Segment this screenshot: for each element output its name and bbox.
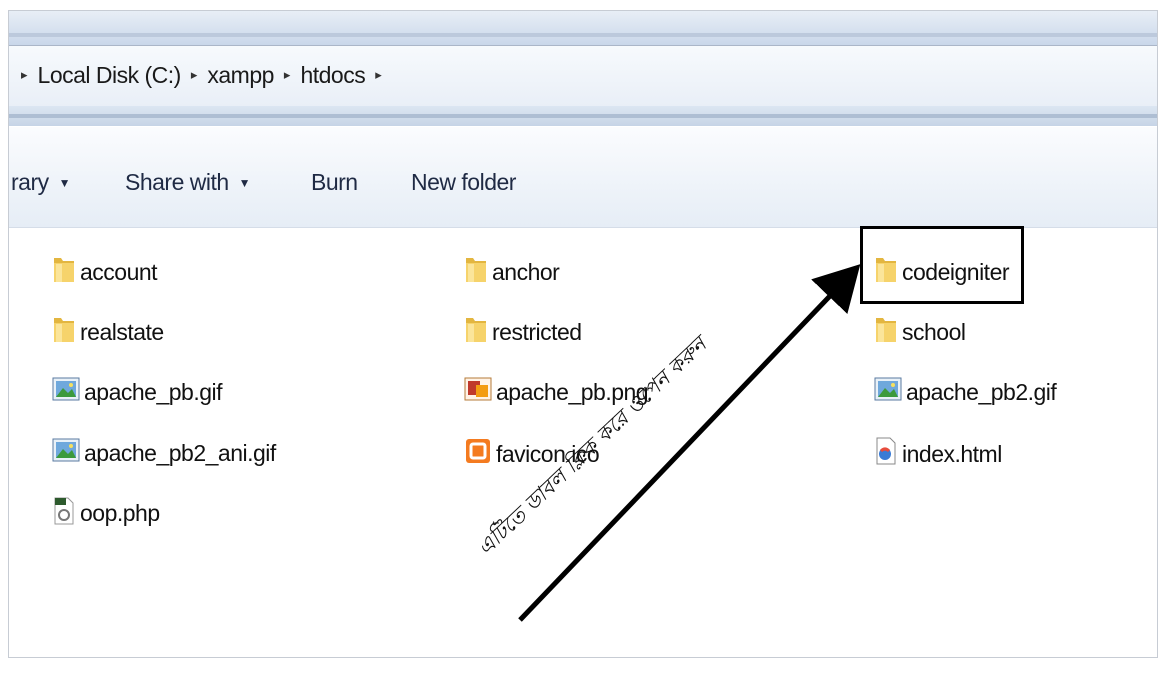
include-in-library-label: rary: [11, 169, 49, 195]
dropdown-arrow-icon: ▼: [238, 175, 251, 190]
file-item-realstate[interactable]: realstate: [52, 314, 164, 350]
folder-icon: [464, 254, 488, 290]
nav-band: [9, 106, 1157, 126]
php-file-icon: [52, 495, 76, 531]
file-item-label: school: [902, 318, 966, 345]
ico-file-icon: [464, 437, 492, 471]
file-item-label: apache_pb.gif: [84, 378, 223, 405]
file-item-restricted[interactable]: restricted: [464, 314, 582, 350]
file-item-school[interactable]: school: [874, 314, 966, 350]
file-item-apache-pb2-ani-gif[interactable]: apache_pb2_ani.gif: [52, 437, 276, 469]
dropdown-arrow-icon: ▼: [58, 175, 71, 190]
file-item-anchor[interactable]: anchor: [464, 254, 560, 290]
file-item-label: realstate: [80, 318, 164, 345]
address-bar[interactable]: ▸ Local Disk (C:) ▸ xampp ▸ htdocs ▸: [9, 45, 1157, 107]
breadcrumb-item-xampp[interactable]: xampp: [207, 62, 274, 89]
burn-button[interactable]: Burn: [311, 169, 358, 196]
breadcrumb-item-htdocs[interactable]: htdocs: [300, 62, 365, 89]
breadcrumb-separator-icon[interactable]: ▸: [191, 67, 198, 83]
breadcrumb-item-local-disk[interactable]: Local Disk (C:): [38, 62, 182, 89]
breadcrumb-separator-icon: ▸: [21, 67, 28, 82]
share-with-label: Share with: [125, 169, 229, 195]
share-with-button[interactable]: Share with ▼: [125, 169, 251, 196]
html-file-icon: [874, 437, 898, 471]
highlight-box: [860, 226, 1024, 304]
file-item-label: restricted: [492, 318, 582, 345]
folder-icon: [52, 254, 76, 290]
breadcrumb-separator-icon[interactable]: ▸: [375, 67, 382, 83]
file-item-label: account: [80, 258, 158, 285]
file-item-account[interactable]: account: [52, 254, 158, 290]
file-item-label: index.html: [902, 440, 1002, 467]
gif-file-icon: [52, 437, 80, 469]
explorer-window: ▸ Local Disk (C:) ▸ xampp ▸ htdocs ▸ rar…: [8, 10, 1158, 658]
new-folder-label: New folder: [411, 169, 516, 195]
file-item-label: anchor: [492, 258, 560, 285]
folder-icon: [52, 314, 76, 350]
file-item-label: oop.php: [80, 499, 160, 526]
file-item-label: apache_pb2.gif: [906, 378, 1057, 405]
png-file-icon: [464, 376, 492, 408]
burn-label: Burn: [311, 169, 358, 195]
file-item-oop-php[interactable]: oop.php: [52, 495, 160, 531]
breadcrumb-separator-icon[interactable]: ▸: [284, 67, 291, 83]
breadcrumb: ▸ Local Disk (C:) ▸ xampp ▸ htdocs ▸: [11, 59, 392, 91]
folder-icon: [874, 314, 898, 350]
folder-icon: [464, 314, 488, 350]
file-item-apache-pb-gif[interactable]: apache_pb.gif: [52, 376, 223, 408]
gif-file-icon: [874, 376, 902, 408]
title-bar: [9, 11, 1157, 45]
new-folder-button[interactable]: New folder: [411, 169, 516, 196]
include-in-library-button[interactable]: rary ▼: [11, 169, 71, 196]
command-bar: rary ▼ Share with ▼ Burn New folder: [9, 127, 1157, 228]
file-item-label: apache_pb2_ani.gif: [84, 439, 276, 466]
file-item-index-html[interactable]: index.html: [874, 437, 1002, 471]
gif-file-icon: [52, 376, 80, 408]
file-item-apache-pb2-gif[interactable]: apache_pb2.gif: [874, 376, 1057, 408]
